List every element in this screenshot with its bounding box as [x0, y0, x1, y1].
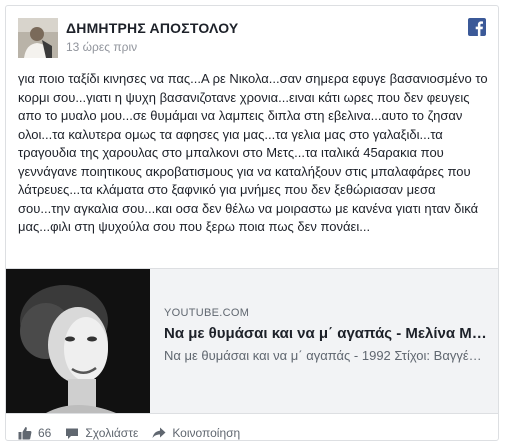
link-title[interactable]: Να με θυμάσαι και να μ΄ αγαπάς - Μελίνα … — [164, 325, 488, 342]
post-header: ΔΗΜΗΤΡΗΣ ΑΠΟΣΤΟΛΟΥ 13 ώρες πριν — [18, 18, 486, 58]
like-count: 66 — [38, 426, 52, 440]
share-arrow-icon — [152, 427, 166, 438]
avatar-photo — [18, 18, 58, 58]
comment-icon — [66, 428, 79, 439]
post-actions: 66 Σχολιάστε Κοινοποίηση — [18, 424, 254, 442]
post-timestamp[interactable]: 13 ώρες πριν — [66, 40, 137, 54]
thumbs-up-icon — [18, 427, 32, 440]
comment-button[interactable]: Σχολιάστε — [65, 426, 138, 440]
like-button[interactable]: 66 — [18, 426, 51, 440]
avatar[interactable] — [18, 18, 58, 58]
link-meta: YOUTUBE.COM Να με θυμάσαι και να μ΄ αγαπ… — [164, 307, 488, 363]
facebook-icon[interactable] — [468, 18, 486, 36]
comment-label: Σχολιάστε — [85, 426, 139, 440]
link-description: Να με θυμάσαι και να μ΄ αγαπάς - 1992 Στ… — [164, 348, 488, 363]
share-button[interactable]: Κοινοποίηση — [152, 426, 240, 440]
post-text: για ποιο ταξίδι κινησες να πας...Α ρε Νι… — [18, 71, 488, 234]
author-name[interactable]: ΔΗΜΗΤΡΗΣ ΑΠΟΣΤΟΛΟΥ — [66, 20, 238, 36]
share-label: Κοινοποίηση — [172, 426, 241, 440]
link-domain: YOUTUBE.COM — [164, 307, 250, 319]
link-preview[interactable]: YOUTUBE.COM Να με θυμάσαι και να μ΄ αγαπ… — [6, 268, 498, 414]
post-card: ΔΗΜΗΤΡΗΣ ΑΠΟΣΤΟΛΟΥ 13 ώρες πριν για ποιο… — [5, 5, 499, 441]
link-thumbnail[interactable] — [6, 269, 150, 413]
thumbnail-portrait — [6, 269, 150, 413]
